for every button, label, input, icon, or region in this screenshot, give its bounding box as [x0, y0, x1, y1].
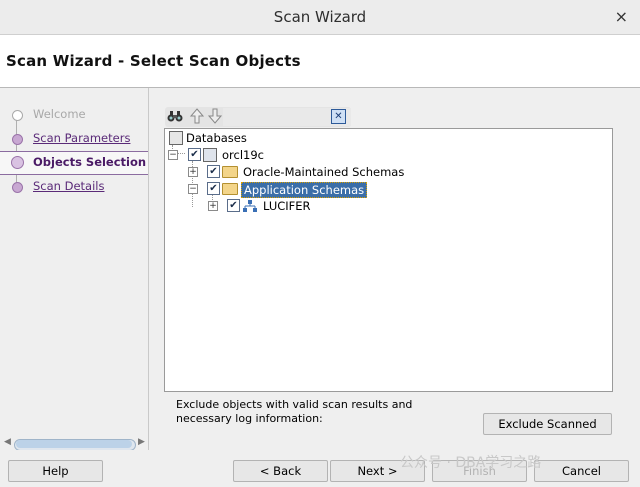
back-button[interactable]: < Back — [233, 460, 328, 482]
step-label: Objects Selection — [33, 155, 147, 169]
window-titlebar: Scan Wizard × — [0, 0, 640, 35]
databases-icon — [169, 131, 183, 145]
exclude-text-line: Exclude objects with valid scan results … — [176, 398, 413, 411]
scroll-left-icon[interactable]: ◀ — [4, 437, 11, 447]
step-welcome: Welcome — [0, 104, 148, 126]
exclude-text-line: necessary log information: — [176, 412, 323, 425]
step-label: Welcome — [33, 107, 86, 121]
step-marker-icon — [12, 134, 23, 145]
step-marker-icon — [11, 156, 24, 169]
step-objects-selection[interactable]: Objects Selection — [0, 151, 148, 175]
oracle-maintained-checkbox[interactable]: ✔ — [207, 165, 220, 178]
schema-icon — [243, 200, 257, 212]
tree-connector — [177, 153, 185, 155]
expand-icon[interactable]: + — [188, 167, 198, 177]
cancel-button[interactable]: Cancel — [534, 460, 629, 482]
binoculars-icon[interactable] — [167, 108, 183, 124]
application-schemas-checkbox[interactable]: ✔ — [207, 182, 220, 195]
objects-tree[interactable]: Databases − ✔ orcl19c + ✔ Oracle-Maintai… — [164, 128, 613, 392]
scroll-thumb[interactable] — [16, 440, 132, 448]
orcl19c-checkbox[interactable]: ✔ — [188, 148, 201, 161]
database-icon — [203, 148, 217, 162]
step-marker-icon — [12, 110, 23, 121]
tree-node-label: Application Schemas — [241, 182, 368, 198]
wizard-steps-sidebar: Welcome Scan Parameters Objects Selectio… — [0, 88, 149, 451]
tree-node-label: Databases — [186, 131, 247, 145]
tree-node-label: orcl19c — [222, 148, 264, 162]
exclude-description: Exclude objects with valid scan results … — [176, 398, 466, 426]
wizard-footer: Help < Back Next > Finish Cancel — [0, 450, 640, 487]
tree-node-label: LUCIFER — [263, 199, 311, 213]
page-title: Scan Wizard - Select Scan Objects — [6, 52, 301, 70]
step-marker-icon — [12, 182, 23, 193]
collapse-icon[interactable]: − — [168, 150, 178, 160]
tree-node-label: Oracle-Maintained Schemas — [243, 165, 405, 179]
sidebar-hscrollbar[interactable]: ◀ ▶ — [4, 436, 145, 451]
step-scan-parameters[interactable]: Scan Parameters — [0, 128, 148, 150]
collapse-icon[interactable]: − — [188, 184, 198, 194]
objects-selection-panel: ✕ Databases − ✔ orcl19c + ✔ Oracle-Maint… — [149, 88, 640, 450]
arrow-up-icon[interactable] — [189, 108, 205, 124]
expand-icon[interactable]: + — [208, 201, 218, 211]
step-label[interactable]: Scan Details — [33, 179, 104, 193]
step-label[interactable]: Scan Parameters — [33, 131, 130, 145]
scroll-right-icon[interactable]: ▶ — [138, 437, 145, 447]
window-title: Scan Wizard — [273, 8, 367, 26]
folder-icon — [222, 166, 238, 178]
wizard-header: Scan Wizard - Select Scan Objects — [0, 35, 640, 88]
step-scan-details[interactable]: Scan Details — [0, 176, 148, 198]
exclude-scanned-button[interactable]: Exclude Scanned — [483, 413, 612, 435]
lucifer-checkbox[interactable]: ✔ — [227, 199, 240, 212]
folder-open-icon — [222, 183, 238, 195]
arrow-down-icon[interactable] — [207, 108, 223, 124]
tree-toolbar: ✕ — [165, 107, 351, 127]
close-icon[interactable]: × — [615, 7, 628, 26]
watermark-text: 公众号 · DBA学习之路 — [400, 455, 542, 471]
help-button[interactable]: Help — [8, 460, 103, 482]
clear-icon[interactable]: ✕ — [331, 109, 346, 124]
